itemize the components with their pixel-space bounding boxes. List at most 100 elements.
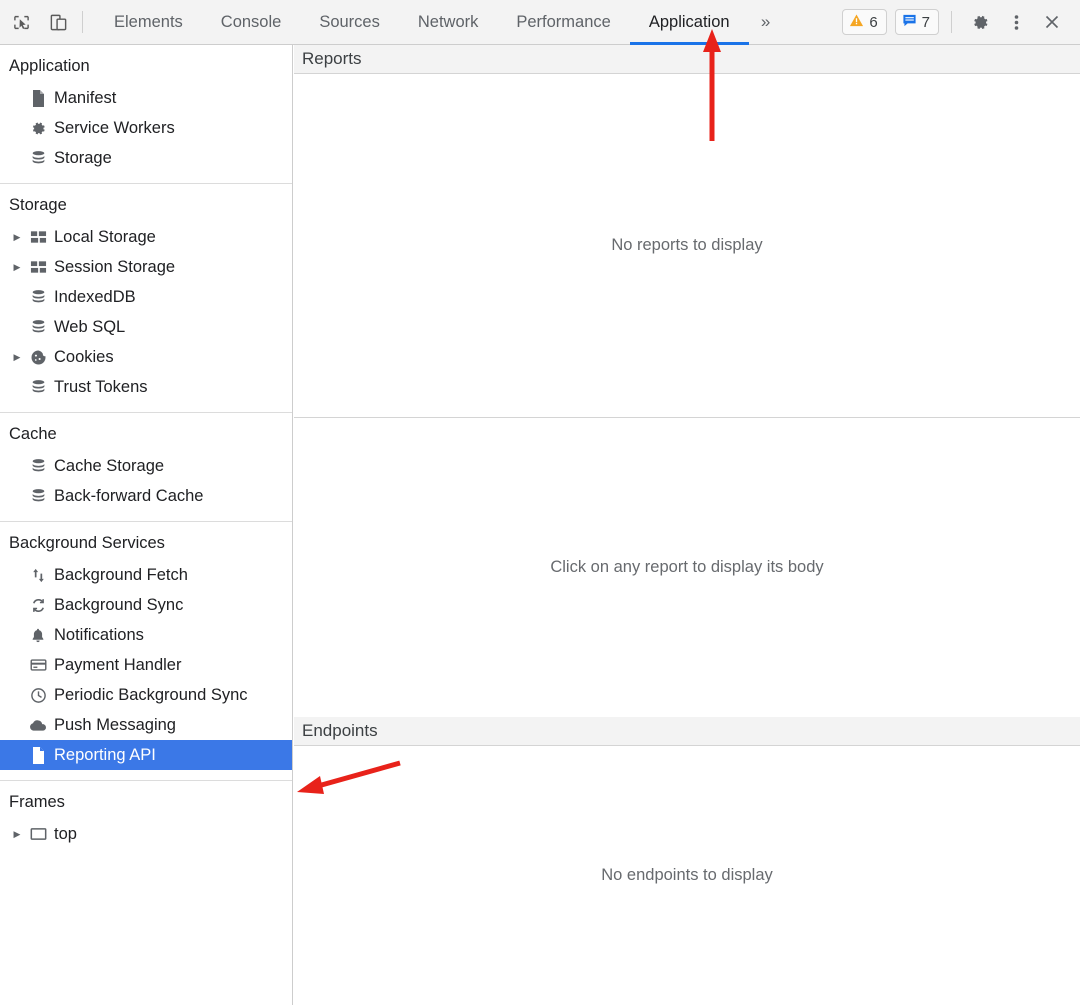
sidebar-section-frames: Frames ▶ top bbox=[0, 780, 292, 859]
table-icon bbox=[25, 230, 51, 244]
sidebar-section-title: Background Services bbox=[9, 534, 165, 552]
reporting-api-panel: Reports No reports to display Click on a… bbox=[294, 45, 1080, 1005]
more-tabs-icon[interactable]: » bbox=[749, 0, 783, 45]
report-body-empty-state: Click on any report to display its body bbox=[294, 418, 1080, 717]
sidebar-item-back-forward-cache[interactable]: ▶ Back-forward Cache bbox=[0, 481, 292, 511]
sidebar-section-application: Application ▶ Manifest ▶ Service Workers bbox=[0, 45, 292, 183]
endpoints-empty-state: No endpoints to display bbox=[294, 746, 1080, 1004]
sidebar-item-label: Background Fetch bbox=[54, 565, 188, 584]
kebab-menu-icon[interactable] bbox=[998, 6, 1034, 38]
toolbar-divider bbox=[82, 11, 83, 33]
credit-card-icon bbox=[25, 658, 51, 672]
tab-sources[interactable]: Sources bbox=[300, 0, 399, 45]
sidebar-item-manifest[interactable]: ▶ Manifest bbox=[0, 83, 292, 113]
sidebar-item-periodic-background-sync[interactable]: ▶ Periodic Background Sync bbox=[0, 680, 292, 710]
sidebar-item-label: top bbox=[54, 824, 77, 843]
sidebar-item-label: Push Messaging bbox=[54, 715, 176, 734]
warnings-badge[interactable]: 6 bbox=[842, 9, 887, 35]
sidebar-section-title: Storage bbox=[9, 196, 67, 214]
chevron-right-icon[interactable]: ▶ bbox=[9, 352, 25, 363]
gear-icon bbox=[25, 120, 51, 137]
sidebar-item-label: Manifest bbox=[54, 88, 117, 107]
chevron-right-icon[interactable]: ▶ bbox=[9, 232, 25, 243]
sidebar-item-reporting-api[interactable]: ▶ Reporting API bbox=[0, 740, 292, 770]
chevron-right-icon[interactable]: ▶ bbox=[9, 262, 25, 273]
sidebar-item-cookies[interactable]: ▶ Cookies bbox=[0, 342, 292, 372]
sidebar-item-trust-tokens[interactable]: ▶ Trust Tokens bbox=[0, 372, 292, 402]
chevron-right-icon[interactable]: ▶ bbox=[9, 829, 25, 840]
report-body-empty-text: Click on any report to display its body bbox=[550, 558, 824, 576]
tab-label: Sources bbox=[319, 12, 380, 31]
warning-triangle-icon bbox=[849, 13, 864, 32]
tab-console[interactable]: Console bbox=[202, 0, 301, 45]
inspect-cursor-icon[interactable] bbox=[5, 7, 37, 37]
frame-icon bbox=[25, 827, 51, 841]
database-icon bbox=[25, 150, 51, 167]
panel-tabs: Elements Console Sources Network Perform… bbox=[95, 0, 783, 45]
toolbar-right-group: 6 7 bbox=[842, 6, 1080, 38]
tab-elements[interactable]: Elements bbox=[95, 0, 202, 45]
reports-empty-text: No reports to display bbox=[611, 236, 763, 254]
database-icon bbox=[25, 379, 51, 396]
sidebar-item-label: Local Storage bbox=[54, 227, 156, 246]
sidebar-section-background-services: Background Services ▶ Background Fetch ▶ bbox=[0, 521, 292, 780]
gear-icon[interactable] bbox=[962, 6, 998, 38]
reports-header-title: Reports bbox=[302, 49, 362, 68]
messages-badge[interactable]: 7 bbox=[894, 9, 939, 35]
sidebar-item-label: Web SQL bbox=[54, 317, 126, 336]
sidebar-item-label: Trust Tokens bbox=[54, 377, 148, 396]
devtools-toolbar: Elements Console Sources Network Perform… bbox=[0, 0, 1080, 45]
clock-icon bbox=[25, 687, 51, 704]
sync-icon bbox=[25, 597, 51, 614]
tab-label: Network bbox=[417, 12, 479, 31]
sidebar-section-storage: Storage ▶ Local Storage ▶ Session Storag… bbox=[0, 183, 292, 412]
endpoints-panel-header: Endpoints bbox=[294, 717, 1080, 746]
sidebar-item-session-storage[interactable]: ▶ Session Storage bbox=[0, 252, 292, 282]
sidebar-item-service-workers[interactable]: ▶ Service Workers bbox=[0, 113, 292, 143]
cloud-icon bbox=[25, 719, 51, 732]
sidebar-section-title: Application bbox=[9, 57, 90, 75]
endpoints-header-title: Endpoints bbox=[302, 721, 378, 740]
sidebar-item-background-sync[interactable]: ▶ Background Sync bbox=[0, 590, 292, 620]
database-icon bbox=[25, 319, 51, 336]
reports-panel-header: Reports bbox=[294, 45, 1080, 74]
tab-label: Elements bbox=[114, 12, 183, 31]
tab-label: Console bbox=[220, 12, 282, 31]
sidebar-item-top[interactable]: ▶ top bbox=[0, 819, 292, 849]
tab-network[interactable]: Network bbox=[399, 0, 498, 45]
sidebar-item-label: IndexedDB bbox=[54, 287, 136, 306]
sidebar-item-label: Storage bbox=[54, 148, 112, 167]
close-icon[interactable] bbox=[1034, 6, 1070, 38]
sidebar-item-background-fetch[interactable]: ▶ Background Fetch bbox=[0, 560, 292, 590]
document-icon bbox=[25, 746, 51, 764]
sidebar-item-label: Session Storage bbox=[54, 257, 176, 276]
devtools-window: Elements Console Sources Network Perform… bbox=[0, 0, 1080, 1005]
document-icon bbox=[25, 89, 51, 107]
sidebar-item-label: Background Sync bbox=[54, 595, 184, 614]
tab-application[interactable]: Application bbox=[629, 0, 749, 45]
sidebar-item-label: Reporting API bbox=[54, 745, 156, 764]
tab-performance[interactable]: Performance bbox=[497, 0, 629, 45]
database-icon bbox=[25, 458, 51, 475]
device-toolbar-icon[interactable] bbox=[42, 7, 74, 37]
up-down-arrows-icon bbox=[25, 567, 51, 584]
sidebar-item-notifications[interactable]: ▶ Notifications bbox=[0, 620, 292, 650]
sidebar-item-payment-handler[interactable]: ▶ Payment Handler bbox=[0, 650, 292, 680]
sidebar-section-title: Cache bbox=[9, 425, 57, 443]
cookie-icon bbox=[25, 349, 51, 366]
sidebar-item-push-messaging[interactable]: ▶ Push Messaging bbox=[0, 710, 292, 740]
messages-count: 7 bbox=[921, 13, 930, 31]
warnings-count: 6 bbox=[869, 13, 878, 31]
toolbar-divider-right bbox=[951, 11, 952, 33]
application-sidebar[interactable]: Application ▶ Manifest ▶ Service Workers bbox=[0, 45, 293, 1005]
endpoints-empty-text: No endpoints to display bbox=[601, 865, 773, 884]
reports-empty-state: No reports to display bbox=[294, 74, 1080, 417]
message-bubble-icon bbox=[902, 13, 917, 32]
sidebar-item-cache-storage[interactable]: ▶ Cache Storage bbox=[0, 451, 292, 481]
sidebar-item-web-sql[interactable]: ▶ Web SQL bbox=[0, 312, 292, 342]
sidebar-item-local-storage[interactable]: ▶ Local Storage bbox=[0, 222, 292, 252]
sidebar-item-label: Cookies bbox=[54, 347, 114, 366]
tab-label: Performance bbox=[516, 12, 611, 31]
sidebar-item-indexeddb[interactable]: ▶ IndexedDB bbox=[0, 282, 292, 312]
sidebar-item-storage[interactable]: ▶ Storage bbox=[0, 143, 292, 173]
